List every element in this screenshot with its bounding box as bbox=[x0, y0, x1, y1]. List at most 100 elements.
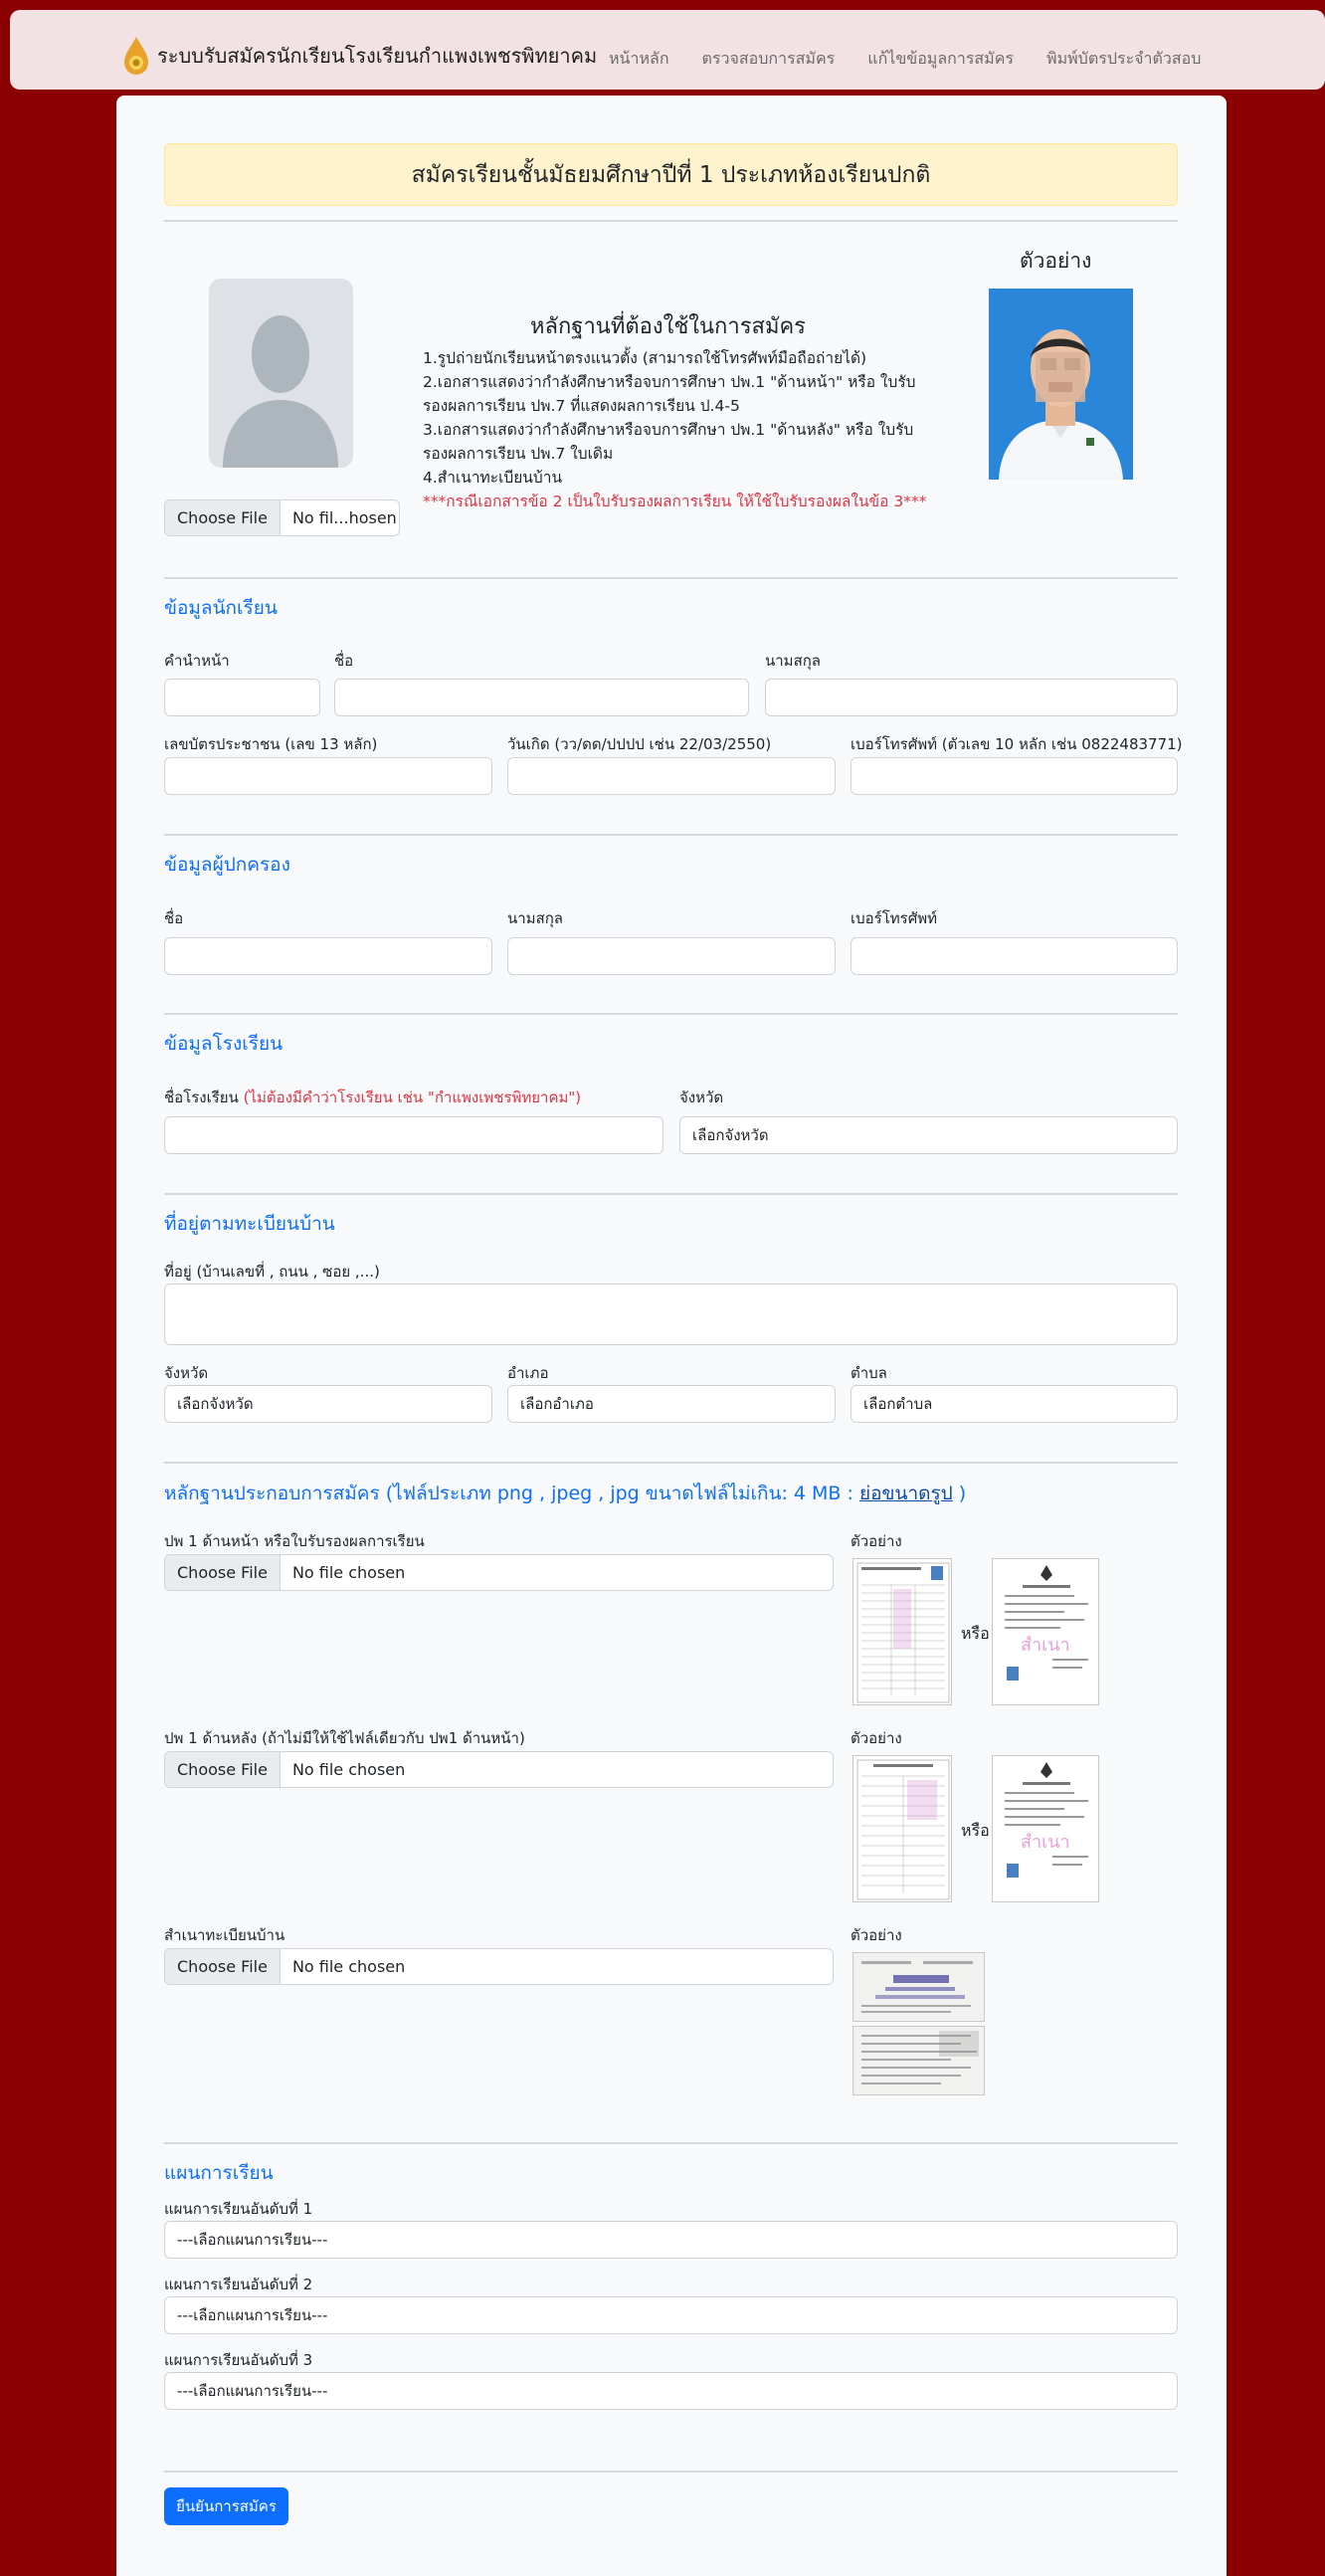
requirement-item: 3.เอกสารแสดงว่ากำลังศึกษาหรือจบการศึกษา … bbox=[423, 421, 914, 463]
student-section-title: ข้อมูลนักเรียน bbox=[164, 597, 278, 619]
address-province-select[interactable]: เลือกจังหวัด bbox=[164, 1385, 492, 1423]
doc3-sample-label: ตัวอย่าง bbox=[851, 1926, 902, 1944]
student-lastname-input[interactable] bbox=[765, 679, 1178, 716]
plan-section-title: แผนการเรียน bbox=[164, 2162, 274, 2184]
guardian-lastname-label: นามสกุล bbox=[507, 909, 563, 927]
doc3-sample-house-registration-image bbox=[852, 1952, 985, 2022]
school-province-select[interactable]: เลือกจังหวัด bbox=[679, 1116, 1178, 1154]
doc2-label: ปพ 1 ด้านหลัง (ถ้าไม่มีให้ใช้ไฟล์เดียวกั… bbox=[164, 1729, 525, 1747]
nav-home[interactable]: หน้าหลัก bbox=[609, 47, 669, 72]
navbar: ระบบรับสมัครนักเรียนโรงเรียนกำแพงเพชรพิท… bbox=[10, 10, 1325, 90]
student-photo-image bbox=[989, 289, 1133, 480]
avatar-placeholder bbox=[209, 279, 353, 468]
guardian-firstname-input[interactable] bbox=[164, 937, 492, 975]
id-card-label: เลขบัตรประชาชน (เลข 13 หลัก) bbox=[164, 735, 378, 753]
student-firstname-input[interactable] bbox=[334, 679, 749, 716]
doc3-file-status: No file chosen bbox=[291, 1957, 406, 1976]
prefix-label: คำนำหน้า bbox=[164, 652, 230, 670]
guardian-phone-label: เบอร์โทรศัพท์ bbox=[851, 909, 938, 927]
requirements-note: ***กรณีเอกสารข้อ 2 เป็นใบรับรองผลการเรีย… bbox=[423, 493, 927, 510]
doc2-sample-certificate-image: สำเนา bbox=[992, 1755, 1099, 1902]
address-textarea[interactable] bbox=[164, 1284, 1178, 1345]
plan-choice1-label: แผนการเรียนอันดับที่ 1 bbox=[164, 2200, 313, 2218]
copy-stamp: สำเนา bbox=[1021, 1635, 1070, 1656]
nav-links: หน้าหลัก ตรวจสอบการสมัคร แก้ไขข้อมูลการส… bbox=[609, 47, 1233, 72]
school-name-label: ชื่อโรงเรียน (ไม่ต้องมีคำว่าโรงเรียน เช่… bbox=[164, 1086, 581, 1109]
requirements-title: หลักฐานที่ต้องใช้ในการสมัคร bbox=[530, 314, 806, 339]
divider bbox=[164, 834, 1178, 836]
doc3-file-input[interactable]: Choose File No file chosen bbox=[164, 1948, 834, 1985]
divider bbox=[164, 220, 1178, 222]
divider bbox=[164, 1462, 1178, 1464]
school-logo-icon bbox=[124, 37, 148, 75]
doc3-choose-file-button[interactable]: Choose File bbox=[165, 1949, 281, 1984]
doc3-sample-house-registration-image-2 bbox=[852, 2026, 985, 2095]
submit-button[interactable]: ยืนยันการสมัคร bbox=[164, 2487, 288, 2525]
student-lastname-label: นามสกุล bbox=[765, 652, 821, 670]
school-name-label-text: ชื่อโรงเรียน bbox=[164, 1089, 239, 1106]
divider bbox=[164, 1193, 1178, 1195]
photo-choose-file-button[interactable]: Choose File bbox=[165, 500, 281, 535]
brand-title: ระบบรับสมัครนักเรียนโรงเรียนกำแพงเพชรพิท… bbox=[157, 44, 598, 68]
certificate-image: สำเนา bbox=[993, 1559, 1098, 1704]
birthdate-input[interactable] bbox=[507, 757, 836, 795]
brand[interactable]: ระบบรับสมัครนักเรียนโรงเรียนกำแพงเพชรพิท… bbox=[121, 36, 597, 76]
transcript-back-image bbox=[856, 1759, 950, 1900]
requirement-item: 4.สำเนาทะเบียนบ้าน bbox=[423, 469, 563, 487]
doc2-or-text: หรือ bbox=[961, 1821, 990, 1840]
doc2-file-status: No file chosen bbox=[291, 1760, 406, 1779]
plan-choice2-select[interactable]: ---เลือกแผนการเรียน--- bbox=[164, 2296, 1178, 2334]
requirements-list: 1.รูปถ่ายนักเรียนหน้าตรงแนวตั้ง (สามารถใ… bbox=[423, 346, 930, 513]
doc1-file-status: No file chosen bbox=[291, 1563, 406, 1582]
doc1-sample-transcript-image bbox=[852, 1558, 952, 1705]
nav-print-exam-card[interactable]: พิมพ์บัตรประจำตัวสอบ bbox=[1046, 47, 1201, 72]
page-title: สมัครเรียนชั้นมัธยมศึกษาปีที่ 1 ประเภทห้… bbox=[164, 143, 1178, 206]
documents-section-text: หลักฐานประกอบการสมัคร (ไฟล์ประเภท png , … bbox=[164, 1483, 853, 1504]
sample-photo-title: ตัวอย่าง bbox=[1020, 249, 1092, 273]
resize-image-link[interactable]: ย่อขนาดรูป bbox=[859, 1483, 953, 1504]
address-subdistrict-select[interactable]: เลือกตำบล bbox=[851, 1385, 1178, 1423]
doc1-or-text: หรือ bbox=[961, 1624, 990, 1643]
prefix-input[interactable] bbox=[164, 679, 320, 716]
id-card-input[interactable] bbox=[164, 757, 492, 795]
photo-file-status: No fil...hosen bbox=[291, 508, 397, 527]
copy-stamp: สำเนา bbox=[1021, 1832, 1070, 1853]
photo-file-input[interactable]: Choose File No fil...hosen bbox=[164, 499, 400, 536]
doc1-choose-file-button[interactable]: Choose File bbox=[165, 1555, 281, 1590]
guardian-section-title: ข้อมูลผู้ปกครอง bbox=[164, 854, 290, 876]
address-subdistrict-label: ตำบล bbox=[851, 1364, 887, 1382]
requirement-item: 2.เอกสารแสดงว่ากำลังศึกษาหรือจบการศึกษา … bbox=[423, 373, 916, 415]
guardian-phone-input[interactable] bbox=[851, 937, 1178, 975]
plan-choice2-label: แผนการเรียนอันดับที่ 2 bbox=[164, 2276, 313, 2293]
guardian-lastname-input[interactable] bbox=[507, 937, 836, 975]
plan-choice3-select[interactable]: ---เลือกแผนการเรียน--- bbox=[164, 2372, 1178, 2410]
birthdate-label: วันเกิด (วว/ดด/ปปปป เช่น 22/03/2550) bbox=[507, 735, 772, 753]
divider bbox=[164, 577, 1178, 579]
divider bbox=[164, 1013, 1178, 1015]
doc1-sample-label: ตัวอย่าง bbox=[851, 1532, 902, 1550]
house-registration-image bbox=[853, 2027, 984, 2094]
documents-section-end: ) bbox=[958, 1483, 967, 1504]
address-section-title: ที่อยู่ตามทะเบียนบ้าน bbox=[164, 1213, 335, 1235]
form-card: สมัครเรียนชั้นมัธยมศึกษาปีที่ 1 ประเภทห้… bbox=[116, 96, 1227, 2576]
student-firstname-label: ชื่อ bbox=[334, 652, 354, 670]
doc1-sample-certificate-image: สำเนา bbox=[992, 1558, 1099, 1705]
school-section-title: ข้อมูลโรงเรียน bbox=[164, 1033, 284, 1055]
doc2-choose-file-button[interactable]: Choose File bbox=[165, 1752, 281, 1787]
plan-choice3-label: แผนการเรียนอันดับที่ 3 bbox=[164, 2351, 313, 2369]
certificate-image: สำเนา bbox=[993, 1756, 1098, 1901]
guardian-firstname-label: ชื่อ bbox=[164, 909, 184, 927]
address-district-select[interactable]: เลือกอำเภอ bbox=[507, 1385, 836, 1423]
documents-section-title: หลักฐานประกอบการสมัคร (ไฟล์ประเภท png , … bbox=[164, 1479, 966, 1508]
school-name-input[interactable] bbox=[164, 1116, 663, 1154]
school-province-label: จังหวัด bbox=[679, 1089, 724, 1106]
doc2-file-input[interactable]: Choose File No file chosen bbox=[164, 1751, 834, 1788]
nav-edit-application[interactable]: แก้ไขข้อมูลการสมัคร bbox=[867, 47, 1014, 72]
sample-student-photo bbox=[989, 289, 1133, 480]
plan-choice1-select[interactable]: ---เลือกแผนการเรียน--- bbox=[164, 2221, 1178, 2259]
nav-check-application[interactable]: ตรวจสอบการสมัคร bbox=[702, 47, 836, 72]
doc1-file-input[interactable]: Choose File No file chosen bbox=[164, 1554, 834, 1591]
school-name-hint: (ไม่ต้องมีคำว่าโรงเรียน เช่น "กำแพงเพชรพ… bbox=[243, 1089, 582, 1106]
student-phone-input[interactable] bbox=[851, 757, 1178, 795]
divider bbox=[164, 2142, 1178, 2144]
